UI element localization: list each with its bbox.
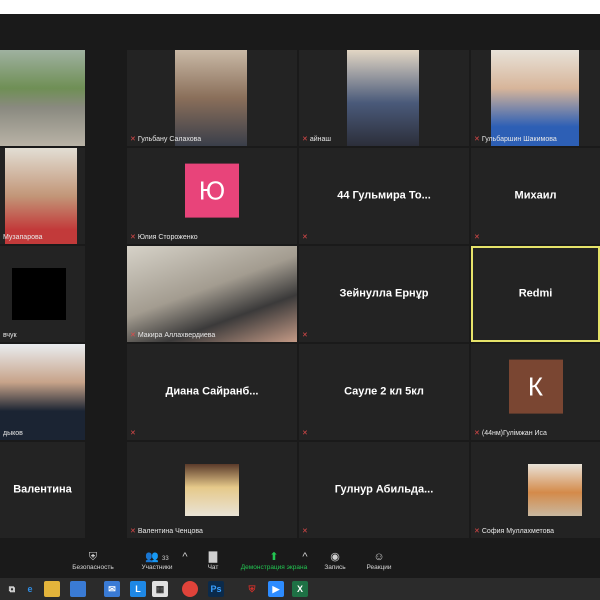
- participant-tile-active-speaker[interactable]: Redmi: [471, 246, 600, 342]
- mic-muted-icon: ✕: [474, 528, 480, 535]
- participant-tile[interactable]: ✕ Гульбаршин Шакимова: [471, 50, 600, 146]
- chat-icon: ▇: [208, 551, 218, 563]
- mic-muted-icon: ✕: [302, 430, 308, 437]
- participant-display-name: Сауле 2 кл 5кл: [344, 385, 424, 398]
- avatar: К: [508, 359, 563, 414]
- participant-tile[interactable]: вчук: [0, 246, 85, 342]
- participant-tile[interactable]: дыков: [0, 344, 85, 440]
- participant-name: Музапарова: [3, 234, 43, 241]
- participant-name: ✕: [302, 527, 310, 536]
- participant-tile[interactable]: Валентина: [0, 442, 85, 538]
- record-button[interactable]: ◉ Запись: [320, 550, 350, 571]
- chrome-icon[interactable]: [182, 581, 198, 597]
- participant-name: ✕ Гульбану Салахова: [130, 136, 202, 143]
- participant-name: ✕ Юлия Стороженко: [130, 234, 198, 241]
- mic-muted-icon: ✕: [302, 234, 308, 241]
- profile-picture: [528, 464, 582, 516]
- mic-muted-icon: ✕: [474, 234, 480, 241]
- participant-display-name: Зейнулла Ернұр: [339, 287, 429, 300]
- video-feed: [0, 50, 85, 146]
- security-button[interactable]: ⛨ Безопасность: [70, 550, 116, 571]
- participant-name: ✕ Макира Аллахвердиева: [130, 332, 216, 339]
- avatar: Ю: [185, 163, 239, 218]
- participant-name: ✕ (44нм)Гулімжан Иса: [474, 430, 547, 437]
- mic-muted-icon: ✕: [302, 332, 308, 339]
- video-feed: [12, 268, 66, 320]
- photoshop-icon[interactable]: Ps: [208, 581, 224, 597]
- mic-muted-icon: ✕: [130, 528, 136, 535]
- windows-taskbar: ⧉ e ✉ L ▦ Ps ⛨ ▶ X: [0, 578, 600, 600]
- reactions-button[interactable]: ☺ Реакции: [362, 550, 396, 571]
- participant-tile[interactable]: К ✕ (44нм)Гулімжан Иса: [471, 344, 600, 440]
- mic-muted-icon: ✕: [474, 136, 480, 143]
- share-chevron-up-icon[interactable]: ^: [300, 550, 310, 564]
- participant-display-name: Михаил: [514, 189, 557, 202]
- participant-tile[interactable]: Диана Сайранб... ✕: [127, 344, 297, 440]
- mic-muted-icon: ✕: [130, 136, 136, 143]
- participants-chevron-up-icon[interactable]: ^: [180, 550, 190, 564]
- participants-button[interactable]: 👥 33 Участники: [134, 550, 180, 571]
- participant-tile[interactable]: 44 Гульмира То... ✕: [299, 148, 469, 244]
- participant-tile[interactable]: Музапарова: [0, 148, 85, 244]
- mcafee-icon[interactable]: ⛨: [244, 581, 260, 597]
- zoom-icon[interactable]: ▶: [268, 581, 284, 597]
- app-l-icon[interactable]: L: [130, 581, 146, 597]
- mic-muted-icon: ✕: [474, 430, 480, 437]
- participant-name: ✕ София Муллахметова: [474, 528, 555, 535]
- shield-icon: ⛨: [88, 551, 98, 563]
- participant-tile[interactable]: Михаил ✕: [471, 148, 600, 244]
- profile-picture: [185, 464, 239, 516]
- participant-tile[interactable]: ✕ Макира Аллахвердиева: [127, 246, 297, 342]
- participants-icon: 👥 33: [145, 551, 169, 563]
- participant-name: ✕: [302, 429, 310, 438]
- video-feed: [0, 344, 85, 440]
- participant-name: вчук: [3, 332, 17, 339]
- video-feed: [347, 50, 419, 146]
- record-icon: ◉: [330, 551, 340, 563]
- participant-tile[interactable]: [0, 50, 85, 146]
- mic-muted-icon: ✕: [130, 332, 136, 339]
- participant-name: ✕: [474, 233, 482, 242]
- chat-button[interactable]: ▇ Чат: [200, 550, 226, 571]
- participant-name: ✕: [302, 331, 310, 340]
- mail-icon[interactable]: ✉: [104, 581, 120, 597]
- participant-tile[interactable]: ✕ Гульбану Салахова: [127, 50, 297, 146]
- participant-name: ✕: [302, 233, 310, 242]
- participant-tile[interactable]: ✕ София Муллахметова: [471, 442, 600, 538]
- video-feed: [491, 50, 579, 146]
- meeting-toolbar: ⛨ Безопасность 👥 33 Участники ^ ▇ Чат ⬆ …: [0, 546, 600, 578]
- participant-name: ✕ айнаш: [302, 136, 332, 143]
- task-view-icon[interactable]: ⧉: [4, 581, 20, 597]
- file-explorer-icon[interactable]: [44, 581, 60, 597]
- mic-muted-icon: ✕: [302, 136, 308, 143]
- reactions-icon: ☺: [373, 551, 385, 563]
- store-icon[interactable]: [70, 581, 86, 597]
- video-feed: [175, 50, 247, 146]
- participant-name: ✕: [130, 429, 138, 438]
- participant-tile[interactable]: Зейнулла Ернұр ✕: [299, 246, 469, 342]
- participant-tile[interactable]: Гулнур Абильда... ✕: [299, 442, 469, 538]
- participant-tile[interactable]: Ю ✕ Юлия Стороженко: [127, 148, 297, 244]
- participant-name: ✕ Валентина Ченцова: [130, 528, 203, 535]
- participant-display-name: Redmi: [518, 287, 553, 300]
- participant-tile[interactable]: ✕ айнаш: [299, 50, 469, 146]
- participant-name: дыков: [3, 430, 23, 437]
- mic-muted-icon: ✕: [130, 430, 136, 437]
- edge-icon[interactable]: e: [22, 581, 38, 597]
- video-feed: [127, 246, 297, 342]
- participant-tile[interactable]: Сауле 2 кл 5кл ✕: [299, 344, 469, 440]
- excel-icon[interactable]: X: [292, 581, 308, 597]
- calendar-icon[interactable]: ▦: [152, 581, 168, 597]
- participant-name: ✕ Гульбаршин Шакимова: [474, 136, 557, 143]
- participant-tile[interactable]: ✕ Валентина Ченцова: [127, 442, 297, 538]
- participant-display-name: Диана Сайранб...: [165, 385, 259, 398]
- mic-muted-icon: ✕: [130, 234, 136, 241]
- participant-display-name: Гулнур Абильда...: [334, 483, 434, 496]
- participant-display-name: Валентина: [13, 483, 72, 496]
- meeting-gallery: ✕ Гульбану Салахова ✕ айнаш ✕ Гульбаршин Ша…: [0, 14, 600, 546]
- participant-display-name: 44 Гульмира То...: [337, 189, 431, 202]
- mic-muted-icon: ✕: [302, 528, 308, 535]
- video-feed: [5, 148, 77, 244]
